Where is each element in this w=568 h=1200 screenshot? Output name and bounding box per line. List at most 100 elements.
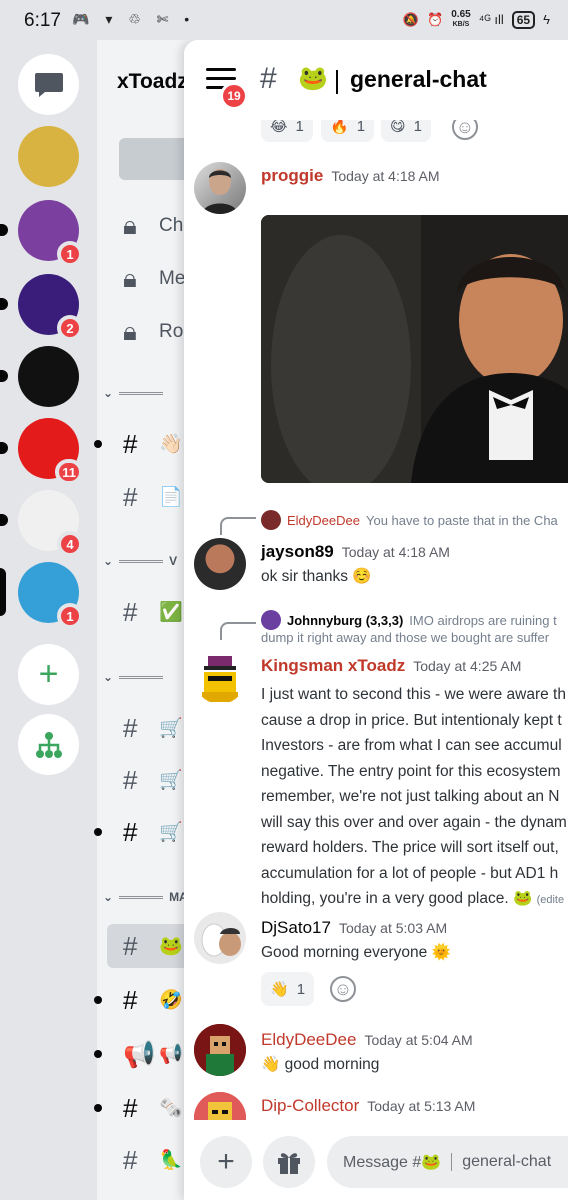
add-reaction-icon[interactable]: ☺ xyxy=(330,976,356,1002)
category-header[interactable]: ⌄ xyxy=(103,670,164,684)
gift-button[interactable] xyxy=(263,1136,315,1188)
category-header[interactable]: ⌄ xyxy=(103,386,164,400)
status-right: 🔕 ⏰ 0.65 KB/S ⁴ᴳ ıll 65 ϟ xyxy=(403,10,550,29)
reply-connector xyxy=(220,622,256,640)
xtoadz-server[interactable]: 1 xyxy=(0,562,83,629)
hash-icon: # xyxy=(123,816,138,847)
paw-server[interactable] xyxy=(18,126,79,187)
bond-photo-image xyxy=(261,215,568,483)
unread-indicator xyxy=(0,370,8,382)
gzx-server[interactable] xyxy=(0,346,79,407)
channel-title[interactable]: general-chat xyxy=(350,66,487,93)
reply-preview[interactable]: Johnnyburg (3,3,3) IMO airdrops are ruin… xyxy=(261,610,557,630)
mention-badge: 2 xyxy=(57,315,83,341)
network-speed: 0.65 KB/S xyxy=(451,9,471,29)
hash-icon: # xyxy=(123,712,138,743)
avatar[interactable] xyxy=(194,912,246,964)
chevron-down-icon: ⌄ xyxy=(103,890,114,904)
edited-label: (edite xyxy=(536,894,565,906)
gift-icon xyxy=(278,1153,300,1174)
unread-indicator xyxy=(0,298,8,310)
alarm-icon: ⏰ xyxy=(427,11,444,27)
category-header[interactable]: ⌄ MA xyxy=(103,890,188,904)
unread-badge: 19 xyxy=(220,82,248,110)
avatar-server[interactable]: 1 xyxy=(0,200,83,267)
hash-icon: # xyxy=(123,481,138,512)
mention-badge: 1 xyxy=(57,241,83,267)
lock-icon: 🔒︎ xyxy=(123,316,137,346)
attach-button[interactable]: + xyxy=(200,1136,252,1188)
unread-indicator xyxy=(0,514,8,526)
signal-icon: ⁴ᴳ ıll xyxy=(478,12,504,27)
reply-preview-continued: dump it right away and those we bought a… xyxy=(261,630,550,645)
message-input[interactable]: Message #🐸 general-chat xyxy=(327,1136,568,1188)
wsb-server[interactable]: 4 xyxy=(0,490,83,557)
message-author[interactable]: Kingsman xToadz Today at 4:25 AM xyxy=(261,656,521,676)
message-text: Good morning everyone 🌞 xyxy=(261,944,451,961)
chat-bubble-icon xyxy=(34,72,63,97)
avatar xyxy=(261,510,281,530)
mention-badge: 1 xyxy=(57,603,83,629)
battery-icon: 65 xyxy=(511,10,536,29)
channel-emoji: 🐸 xyxy=(298,65,328,92)
hash-icon: # xyxy=(260,62,277,95)
category-header[interactable]: ⌄ V xyxy=(103,554,177,568)
add-server-button[interactable]: + xyxy=(18,644,79,705)
unread-indicator xyxy=(0,224,8,236)
mute-icon: 🔕 xyxy=(402,11,420,27)
plus-icon: + xyxy=(217,1145,235,1178)
server-rail: 1 2 11 4 1 + xyxy=(0,40,97,1200)
message-author[interactable]: Dip-Collector Today at 5:13 AM xyxy=(261,1096,475,1116)
server-name[interactable]: xToadz xyxy=(117,70,188,94)
server-icon xyxy=(18,126,79,187)
message-author[interactable]: DjSato17 Today at 5:03 AM xyxy=(261,918,447,938)
x-server[interactable]: 2 xyxy=(0,274,83,341)
notification-icons: 🎮 ▾ ♲ ✄ • xyxy=(72,11,196,27)
charging-icon: ϟ xyxy=(543,12,550,27)
v-server[interactable]: 11 xyxy=(0,418,83,485)
message-text: ok sir thanks ☺️ xyxy=(261,568,372,585)
reply-preview[interactable]: EldyDeeDee You have to paste that in the… xyxy=(261,510,558,530)
unread-indicator xyxy=(0,442,8,454)
message-text: I just want to second this - we were awa… xyxy=(261,686,567,907)
avatar[interactable] xyxy=(194,1024,246,1076)
status-time: 6:17 xyxy=(24,10,61,31)
hierarchy-icon xyxy=(35,731,62,758)
message-image[interactable] xyxy=(261,215,568,483)
divider xyxy=(336,70,338,94)
chevron-down-icon: ⌄ xyxy=(103,386,114,400)
chevron-down-icon: ⌄ xyxy=(103,670,114,684)
message-list[interactable]: 😂 1 🔥 1 😋 1 ☺ proggie Today at 4:18 AM E… xyxy=(184,40,568,1200)
chevron-down-icon: ⌄ xyxy=(103,554,114,568)
avatar[interactable] xyxy=(194,538,246,590)
avatar[interactable] xyxy=(194,162,246,214)
message-author[interactable]: EldyDeeDee Today at 5:04 AM xyxy=(261,1030,473,1050)
unread-indicator xyxy=(0,568,6,616)
hash-icon: # xyxy=(123,764,138,795)
explore-servers-button[interactable] xyxy=(18,714,79,775)
hash-icon: # xyxy=(123,428,138,459)
mention-badge: 4 xyxy=(57,531,83,557)
plus-icon: + xyxy=(18,644,79,705)
direct-messages-button[interactable] xyxy=(18,54,79,115)
message-text: 👋 good morning xyxy=(261,1056,380,1073)
lock-icon: 🔒︎ xyxy=(123,210,137,240)
hash-icon: # xyxy=(123,1092,138,1123)
message-composer: + Message #🐸 general-chat xyxy=(184,1120,568,1200)
channel-header: 19 # 🐸 general-chat xyxy=(184,40,568,120)
chat-panel: 😂 1 🔥 1 😋 1 ☺ proggie Today at 4:18 AM E… xyxy=(184,40,568,1200)
megaphone-icon: 📢 xyxy=(123,1038,156,1069)
message-author[interactable]: proggie Today at 4:18 AM xyxy=(261,166,440,186)
hash-icon: # xyxy=(123,984,138,1015)
message-author[interactable]: jayson89 Today at 4:18 AM xyxy=(261,542,450,562)
lock-icon: 🔒︎ xyxy=(123,263,137,293)
status-bar: 6:17 🎮 ▾ ♲ ✄ • 🔕 ⏰ 0.65 KB/S ⁴ᴳ ıll 65 ϟ xyxy=(0,0,568,40)
hash-icon: # xyxy=(123,930,138,961)
reaction-pill[interactable]: 👋 1 xyxy=(261,972,315,1006)
reply-connector xyxy=(220,517,256,535)
hash-icon: # xyxy=(123,596,138,627)
hash-icon: # xyxy=(123,1144,138,1175)
avatar xyxy=(261,610,281,630)
avatar[interactable] xyxy=(194,652,246,704)
server-icon xyxy=(18,346,79,407)
